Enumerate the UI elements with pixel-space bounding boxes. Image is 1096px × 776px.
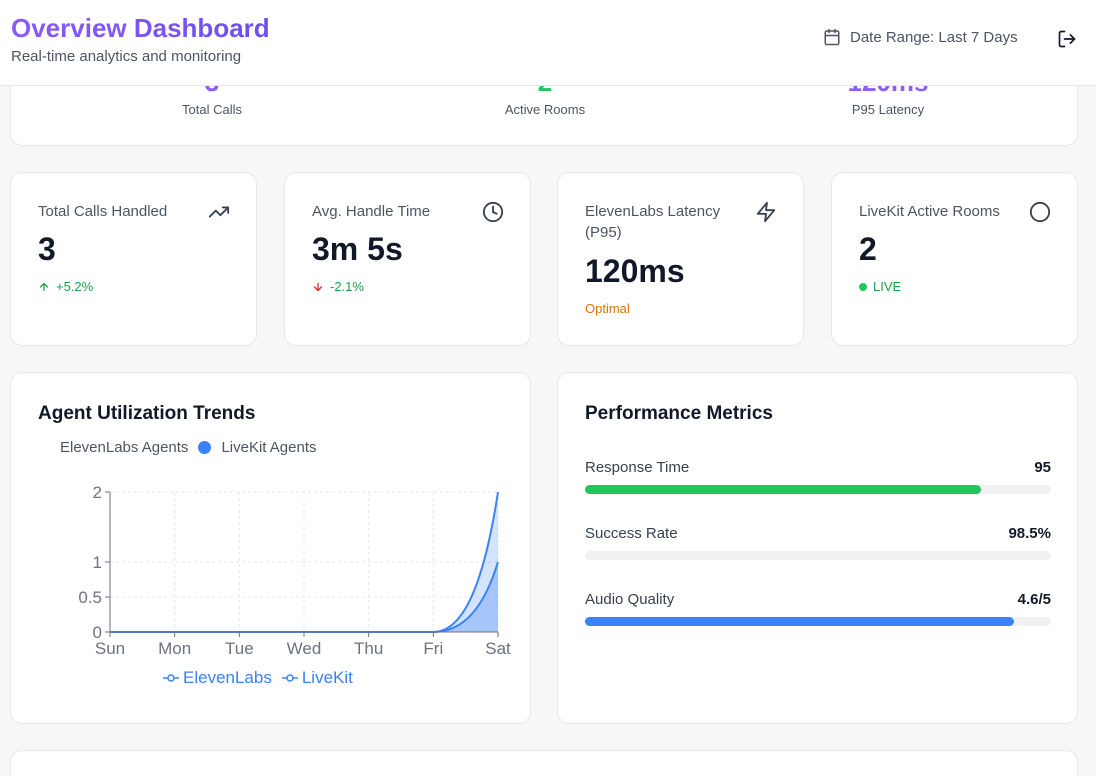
kpi-title: LiveKit Active Rooms [859,203,1000,220]
metric-progress-track [585,551,1051,560]
page-title: Overview Dashboard [11,13,270,43]
metric-label: Response Time [585,459,690,476]
clock-icon [482,201,504,223]
kpi-value: 120ms [585,253,685,289]
panel-title: Performance Metrics [585,403,773,424]
arrow-up-icon [39,282,49,291]
kpi-title: Avg. Handle Time [312,203,431,220]
metric-value: 4.6/5 [1017,591,1051,608]
kpi-change-text: -2.1% [330,279,364,294]
kpi-livekit-rooms: LiveKit Active Rooms 2 LIVE [831,172,1078,346]
metric-progress-track [585,617,1051,626]
kpi-status: Optimal [585,301,630,316]
legend-item-elevenlabs[interactable]: ElevenLabs [163,668,272,688]
logout-icon[interactable] [1057,29,1077,49]
metric-response-time: Response Time 95 [585,459,1051,494]
kpi-change: +5.2% [38,279,93,294]
kpi-value: 2 [859,231,877,267]
x-tick-label: Fri [423,639,443,658]
bottom-card [10,750,1078,776]
kpi-title: ElevenLabs Latency (P95) [585,203,721,241]
page-subtitle: Real-time analytics and monitoring [11,48,242,65]
kpi-value: 3m 5s [312,231,403,267]
metric-value: 95 [1034,459,1051,476]
metric-progress-fill [585,485,982,494]
x-tick-label: Thu [354,639,383,658]
x-tick-label: Wed [287,639,322,658]
metric-audio-quality: Audio Quality 4.6/5 [585,591,1051,626]
metric-progress-track [585,485,1051,494]
x-tick-label: Sat [485,639,511,658]
line-marker-icon [163,674,179,682]
metric-value: 98.5% [1008,525,1051,542]
chart-legend-bottom: ElevenLabs LiveKit [163,668,353,688]
app-header: Overview Dashboard Real-time analytics a… [0,0,1096,86]
y-tick-label: 2 [93,483,102,502]
kpi-avg-handle-time: Avg. Handle Time 3m 5s -2.1% [284,172,531,346]
date-range-picker[interactable]: Date Range: Last 7 Days [823,28,1018,46]
kpi-live-status: LIVE [859,279,901,294]
summary-label: Total Calls [182,102,242,117]
metric-progress-fill [585,617,1014,626]
kpi-change: -2.1% [312,279,364,294]
kpi-status-text: LIVE [873,279,902,294]
kpi-change-text: +5.2% [56,279,94,294]
metric-label: Audio Quality [585,591,675,608]
summary-label: Active Rooms [504,102,586,117]
calendar-icon [824,28,840,46]
metric-label: Success Rate [585,525,678,542]
lightning-icon [756,201,776,223]
performance-panel: Performance Metrics Response Time 95 Suc… [557,372,1078,724]
legend-item-livekit[interactable]: LiveKit [281,668,353,688]
line-marker-icon [281,674,298,682]
kpi-title: Total Calls Handled [38,203,168,220]
circle-icon [1029,201,1051,223]
live-dot-icon [859,282,867,291]
utilization-panel: Agent Utilization Trends ElevenLabs Agen… [10,372,531,724]
x-tick-label: Sun [95,639,125,658]
date-range-label: Date Range: Last 7 Days [850,28,1018,46]
kpi-total-calls: Total Calls Handled 3 +5.2% [10,172,257,346]
trending-up-icon [208,206,230,218]
summary-label: P95 Latency [851,102,925,117]
metric-success-rate: Success Rate 98.5% [585,525,1051,560]
y-tick-label: 0.5 [78,588,102,607]
x-tick-label: Tue [225,639,254,658]
legend-label: ElevenLabs [183,668,272,687]
legend-label: LiveKit [301,668,353,687]
kpi-elevenlabs-latency: ElevenLabs Latency (P95) 120ms Optimal [557,172,804,346]
y-tick-label: 1 [93,553,102,572]
arrow-down-icon [313,282,323,291]
kpi-value: 3 [38,231,56,267]
x-tick-label: Mon [158,639,191,658]
kpi-status-text: Optimal [585,301,630,316]
